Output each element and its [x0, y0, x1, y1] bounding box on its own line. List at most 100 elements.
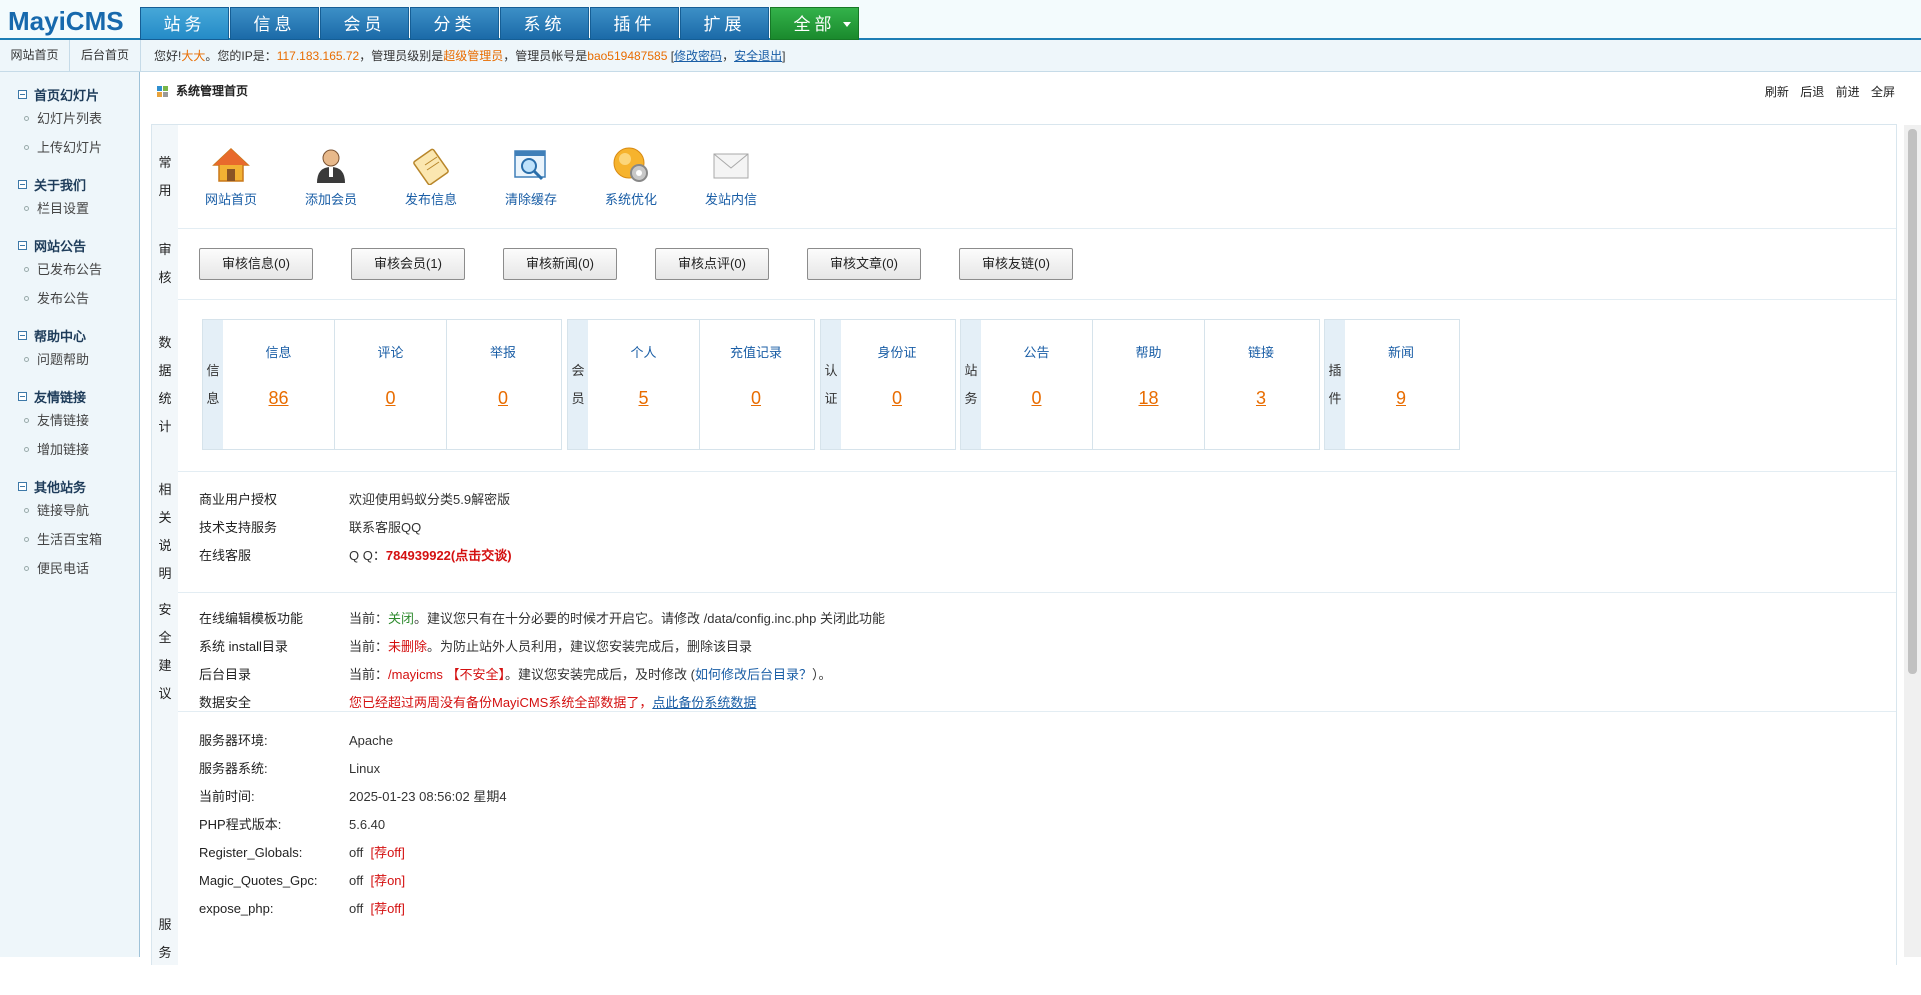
- stat-value[interactable]: 18: [1093, 388, 1204, 409]
- quick-link-send-message[interactable]: 发站内信: [696, 145, 766, 208]
- audit-link-button[interactable]: 审核友链(0): [959, 248, 1073, 280]
- audit-news-button[interactable]: 审核新闻(0): [503, 248, 617, 280]
- collapse-icon[interactable]: [18, 331, 27, 340]
- stat-title[interactable]: 举报: [447, 342, 559, 361]
- stat-title[interactable]: 新闻: [1345, 342, 1457, 361]
- stat-value[interactable]: 5: [588, 388, 699, 409]
- sidebar-item[interactable]: 增加链接: [18, 435, 139, 464]
- scrollbar-thumb[interactable]: [1908, 129, 1917, 674]
- tab-site-home[interactable]: 网站首页: [0, 40, 70, 71]
- quick-link-clear-cache[interactable]: 清除缓存: [496, 145, 566, 208]
- stat-title[interactable]: 链接: [1205, 342, 1317, 361]
- sidebar-item[interactable]: 幻灯片列表: [18, 104, 139, 133]
- backup-data-link[interactable]: 点此备份系统数据: [652, 695, 756, 710]
- stat-cell: 帮助 18: [1093, 320, 1205, 449]
- sidebar-item[interactable]: 上传幻灯片: [18, 133, 139, 162]
- contact-qq-link[interactable]: 联系客服QQ: [349, 514, 421, 542]
- collapse-icon[interactable]: [18, 180, 27, 189]
- sidebar-item[interactable]: 生活百宝箱: [18, 525, 139, 554]
- audit-article-button[interactable]: 审核文章(0): [807, 248, 921, 280]
- quick-link-optimize[interactable]: 系统优化: [596, 145, 666, 208]
- sidebar-item[interactable]: 友情链接: [18, 406, 139, 435]
- nav-tab-system[interactable]: 系统: [500, 7, 589, 40]
- stat-value[interactable]: 0: [447, 388, 559, 409]
- stat-cell: 信息 86: [223, 320, 335, 449]
- sidebar-item[interactable]: 已发布公告: [18, 255, 139, 284]
- nav-tab-plugin[interactable]: 插件: [590, 7, 679, 40]
- stat-value[interactable]: 0: [981, 388, 1092, 409]
- user-name: 大大: [181, 49, 206, 63]
- nav-tab-zhanwu[interactable]: 站务: [140, 7, 229, 40]
- quick-link-publish-info[interactable]: 发布信息: [396, 145, 466, 208]
- nav-tab-all[interactable]: 全部: [770, 7, 859, 40]
- stat-title[interactable]: 帮助: [1093, 342, 1204, 361]
- info-key: 服务器环境:: [199, 733, 268, 748]
- sidebar-group: 帮助中心 问题帮助: [18, 326, 139, 374]
- sidebar-item[interactable]: 问题帮助: [18, 345, 139, 374]
- info-value: 当前：关闭。建议您只有在十分必要的时候才开启它。请修改 /data/config…: [349, 605, 885, 633]
- app-logo[interactable]: MayiCMS: [8, 6, 124, 37]
- label-char: 说: [158, 537, 172, 553]
- collapse-icon[interactable]: [18, 90, 27, 99]
- sidebar-item[interactable]: 发布公告: [18, 284, 139, 313]
- audit-review-button[interactable]: 审核点评(0): [655, 248, 769, 280]
- stat-value[interactable]: 0: [335, 388, 446, 409]
- change-password-link[interactable]: 修改密码: [674, 49, 722, 63]
- collapse-icon[interactable]: [18, 392, 27, 401]
- audit-info-button[interactable]: 审核信息(0): [199, 248, 313, 280]
- label-char: 插: [1328, 362, 1342, 378]
- stat-title[interactable]: 充值记录: [700, 342, 812, 361]
- stat-value[interactable]: 0: [700, 388, 812, 409]
- back-link[interactable]: 后退: [1800, 85, 1824, 99]
- stats-group-label: 信息: [203, 320, 223, 449]
- section-server: 服务 服务器环境: Apache 服务器系统: Linux 当前时间: 2025-01…: [152, 711, 1896, 965]
- forward-link[interactable]: 前进: [1836, 85, 1860, 99]
- qq-chat-link[interactable]: 784939922(点击交谈): [386, 548, 512, 563]
- vertical-scrollbar[interactable]: [1904, 125, 1921, 957]
- quick-link-site-home[interactable]: 网站首页: [196, 145, 266, 208]
- nav-tab-category[interactable]: 分类: [410, 7, 499, 40]
- collapse-icon[interactable]: [18, 482, 27, 491]
- nav-tab-member[interactable]: 会员: [320, 7, 409, 40]
- sidebar-group-title[interactable]: 首页幻灯片: [18, 85, 139, 104]
- collapse-icon[interactable]: [18, 241, 27, 250]
- fullscreen-link[interactable]: 全屏: [1871, 85, 1895, 99]
- section-about: 相关说明 商业用户授权 欢迎使用蚂蚁分类5.9解密版 技术支持服务 联系客服QQ 在…: [152, 471, 1896, 593]
- nav-tab-info[interactable]: 信息: [230, 7, 319, 40]
- sidebar-group-title[interactable]: 友情链接: [18, 387, 139, 406]
- nav-tab-all-label: 全部: [793, 15, 836, 34]
- sidebar-item[interactable]: 栏目设置: [18, 194, 139, 223]
- sidebar-item[interactable]: 便民电话: [18, 554, 139, 583]
- sidebar-group-title[interactable]: 关于我们: [18, 175, 139, 194]
- sidebar-group-title[interactable]: 网站公告: [18, 236, 139, 255]
- stats-group-info: 信息 信息 86 评论 0 举报 0: [202, 319, 562, 450]
- stat-value[interactable]: 9: [1345, 388, 1457, 409]
- stat-title[interactable]: 评论: [335, 342, 446, 361]
- greeting: 您好!: [154, 49, 182, 63]
- stat-title[interactable]: 信息: [223, 342, 334, 361]
- info-value: off [荐on]: [349, 867, 405, 895]
- logout-link[interactable]: 安全退出: [734, 49, 782, 63]
- nav-tab-extend[interactable]: 扩展: [680, 7, 769, 40]
- envelope-icon: [713, 153, 749, 179]
- sidebar-group-title[interactable]: 帮助中心: [18, 326, 139, 345]
- info-value: 欢迎使用蚂蚁分类5.9解密版: [349, 492, 511, 507]
- tab-admin-home[interactable]: 后台首页: [70, 40, 141, 71]
- stat-title[interactable]: 公告: [981, 342, 1092, 361]
- audit-member-button[interactable]: 审核会员(1): [351, 248, 465, 280]
- bullet-icon: [24, 357, 29, 362]
- how-to-change-admin-dir-link[interactable]: 如何修改后台目录？: [695, 667, 812, 682]
- sidebar-group-title[interactable]: 其他站务: [18, 477, 139, 496]
- stat-value[interactable]: 3: [1205, 388, 1317, 409]
- quick-link-label: 清除缓存: [504, 192, 557, 207]
- sidebar-item[interactable]: 链接导航: [18, 496, 139, 525]
- stat-value[interactable]: 0: [841, 388, 953, 409]
- label-char: 据: [158, 363, 172, 378]
- stat-value[interactable]: 86: [223, 388, 334, 409]
- label-char: 明: [158, 565, 172, 581]
- quick-link-add-member[interactable]: 添加会员: [296, 145, 366, 208]
- stat-title[interactable]: 身份证: [841, 342, 953, 361]
- sidebar-item-label: 生活百宝箱: [37, 532, 103, 547]
- stat-title[interactable]: 个人: [588, 342, 699, 361]
- refresh-link[interactable]: 刷新: [1765, 85, 1789, 99]
